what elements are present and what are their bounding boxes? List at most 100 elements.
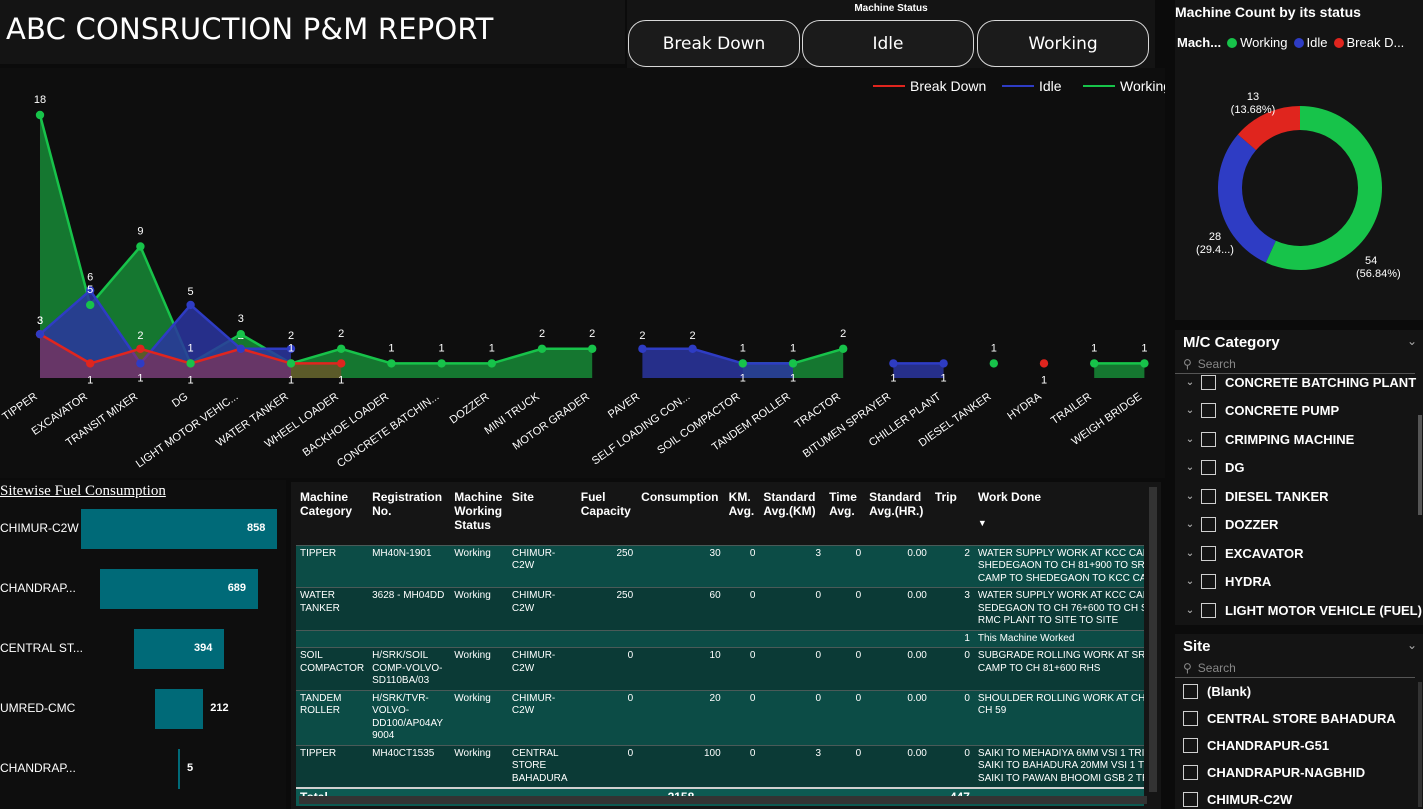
column-header[interactable]: Trip bbox=[931, 487, 974, 545]
checkbox[interactable] bbox=[1201, 374, 1216, 390]
chevron-down-icon[interactable]: ⌄ bbox=[1179, 434, 1201, 445]
table-vertical-scrollbar[interactable] bbox=[1149, 487, 1157, 792]
site-item-label: CHANDRAPUR-G51 bbox=[1207, 737, 1330, 753]
checkbox[interactable] bbox=[1183, 764, 1198, 780]
category-scrollbar[interactable] bbox=[1418, 415, 1422, 515]
checkbox[interactable] bbox=[1183, 791, 1198, 807]
break-down-data-label-3: 1 bbox=[188, 374, 194, 386]
category-item-label: CONCRETE PUMP bbox=[1225, 403, 1340, 418]
chevron-down-icon[interactable]: ⌄ bbox=[1179, 548, 1201, 559]
table-cell: WATER TANKER bbox=[296, 587, 369, 630]
column-header[interactable]: Standard Avg.(HR.) bbox=[865, 487, 931, 545]
table-row[interactable]: 1 This Machine Worked bbox=[296, 629, 1144, 648]
checkbox[interactable] bbox=[1201, 602, 1216, 618]
chevron-down-icon[interactable]: ⌄ bbox=[1179, 576, 1201, 587]
legend-working[interactable]: Working bbox=[1227, 35, 1288, 50]
category-item[interactable]: ⌄ CONCRETE PUMP bbox=[1175, 398, 1339, 424]
site-item[interactable]: (Blank) bbox=[1175, 678, 1251, 704]
x-tick-label-9: DOZZER bbox=[448, 391, 492, 427]
column-header[interactable]: Time Avg. bbox=[825, 487, 865, 545]
site-scrollbar[interactable] bbox=[1418, 682, 1422, 807]
category-item[interactable]: ⌄ DIESEL TANKER bbox=[1175, 483, 1329, 509]
table-row[interactable]: TIPPER MH40N-1901 Working CHIMUR-C2W 250 30 0 3… bbox=[296, 544, 1144, 588]
checkbox[interactable] bbox=[1183, 737, 1198, 753]
status-button-break-down[interactable]: Break Down bbox=[628, 20, 800, 67]
site-item[interactable]: CHANDRAPUR-NAGBHID bbox=[1175, 759, 1365, 785]
table-row[interactable]: TIPPER MH40CT1535 Working CENTRAL STORE BAH… bbox=[296, 744, 1144, 788]
column-header[interactable]: Site bbox=[508, 487, 577, 545]
column-header[interactable]: Work Done ▼ bbox=[974, 487, 1144, 545]
fuel-bar-row[interactable]: CHANDRAP... 689 bbox=[0, 569, 286, 609]
working-point-6 bbox=[337, 344, 346, 353]
status-button-idle[interactable]: Idle bbox=[802, 20, 974, 67]
sort-descending-icon[interactable]: ▼ bbox=[978, 518, 1140, 528]
column-header[interactable]: Standard Avg.(KM) bbox=[759, 487, 825, 545]
fuel-bar[interactable] bbox=[154, 689, 204, 729]
working-data-label-22: 1 bbox=[1141, 342, 1147, 354]
chevron-down-icon[interactable]: ⌄ bbox=[1179, 605, 1201, 616]
table-row[interactable]: WATER TANKER 3628 - MH04DD Working CHIMUR-C… bbox=[296, 587, 1144, 630]
table-row[interactable]: SOIL COMPACTOR H/SRK/SOIL COMP-VOLVO-SD11… bbox=[296, 647, 1144, 690]
chevron-down-icon[interactable]: ⌄ bbox=[1179, 377, 1201, 388]
chevron-down-icon[interactable]: ⌄ bbox=[1179, 405, 1201, 416]
checkbox[interactable] bbox=[1201, 431, 1216, 447]
category-item-label: HYDRA bbox=[1225, 574, 1272, 589]
working-point-0 bbox=[35, 110, 45, 120]
fuel-bar-row[interactable]: UMRED-CMC 212 bbox=[0, 689, 286, 729]
table-row[interactable]: TANDEM ROLLER H/SRK/TVR-VOLVO-DD100/AP04A… bbox=[296, 689, 1144, 745]
working-data-label-0: 18 bbox=[34, 94, 46, 106]
fuel-bar-row[interactable]: CHANDRAP... 5 bbox=[0, 749, 286, 789]
table-cell: 0 bbox=[825, 647, 866, 690]
category-item[interactable]: ⌄ CONCRETE BATCHING PLANT bbox=[1175, 369, 1416, 395]
column-header[interactable]: Registration No. bbox=[368, 487, 450, 545]
legend-label-0: Break Down bbox=[910, 78, 986, 94]
chevron-down-icon[interactable]: ⌄ bbox=[1179, 519, 1201, 530]
status-button-working[interactable]: Working bbox=[977, 20, 1149, 67]
break-down-data-label-2: 2 bbox=[137, 330, 143, 342]
legend-idle[interactable]: Idle bbox=[1293, 35, 1328, 50]
site-item[interactable]: CHIMUR-C2W bbox=[1175, 786, 1292, 809]
fuel-bar-row[interactable]: CENTRAL ST... 394 bbox=[0, 629, 286, 669]
category-item[interactable]: ⌄ DG bbox=[1175, 455, 1245, 481]
column-header[interactable]: Machine Category bbox=[296, 487, 368, 545]
category-item[interactable]: ⌄ DOZZER bbox=[1175, 512, 1278, 538]
column-header[interactable]: KM. Avg. bbox=[725, 487, 760, 545]
chevron-down-icon[interactable]: ⌄ bbox=[1407, 638, 1417, 652]
checkbox[interactable] bbox=[1201, 545, 1216, 561]
chevron-down-icon[interactable]: ⌄ bbox=[1179, 491, 1201, 502]
table-horizontal-scrollbar[interactable] bbox=[299, 796, 1147, 804]
idle-data-label-2: 1 bbox=[137, 372, 143, 384]
site-item[interactable]: CHANDRAPUR-G51 bbox=[1175, 732, 1329, 758]
checkbox[interactable] bbox=[1183, 710, 1198, 726]
working-data-label-2: 9 bbox=[137, 226, 143, 238]
fuel-bar[interactable] bbox=[178, 749, 180, 789]
site-search-input[interactable]: ⚲ Search bbox=[1175, 658, 1415, 678]
column-header[interactable]: Fuel Capacity bbox=[577, 487, 637, 545]
column-header[interactable]: Machine Working Status bbox=[450, 487, 508, 545]
category-item[interactable]: ⌄ HYDRA bbox=[1175, 569, 1271, 595]
category-item[interactable]: ⌄ CRIMPING MACHINE bbox=[1175, 426, 1354, 452]
category-item[interactable]: ⌄ EXCAVATOR bbox=[1175, 540, 1304, 566]
working-data-label-6: 2 bbox=[338, 328, 344, 340]
legend-break-down[interactable]: Break D... bbox=[1333, 35, 1404, 50]
working-data-label-14: 1 bbox=[740, 342, 746, 354]
site-slicer-title: Site bbox=[1183, 638, 1211, 655]
chevron-down-icon[interactable]: ⌄ bbox=[1179, 462, 1201, 473]
checkbox[interactable] bbox=[1201, 574, 1216, 589]
idle-data-label-0: 3 bbox=[37, 315, 43, 327]
checkbox[interactable] bbox=[1201, 517, 1216, 532]
checkbox[interactable] bbox=[1201, 403, 1216, 418]
column-header[interactable]: Consumption bbox=[637, 487, 725, 545]
site-item[interactable]: CENTRAL STORE BAHADURA bbox=[1175, 705, 1396, 731]
chevron-down-icon[interactable]: ⌄ bbox=[1407, 334, 1417, 348]
checkbox[interactable] bbox=[1183, 683, 1198, 699]
fuel-bar-row[interactable]: CHIMUR-C2W 858 bbox=[0, 509, 286, 549]
table-cell: TIPPER bbox=[296, 544, 369, 588]
table-cell: MH40N-1901 bbox=[368, 544, 451, 588]
checkbox[interactable] bbox=[1201, 460, 1216, 475]
checkbox[interactable] bbox=[1201, 488, 1216, 504]
table-cell: 1 bbox=[930, 629, 974, 648]
category-item[interactable]: ⌄ LIGHT MOTOR VEHICLE (FUEL) bbox=[1175, 597, 1422, 623]
working-point-1 bbox=[86, 300, 95, 310]
break-down-data-label-6: 1 bbox=[338, 374, 344, 386]
